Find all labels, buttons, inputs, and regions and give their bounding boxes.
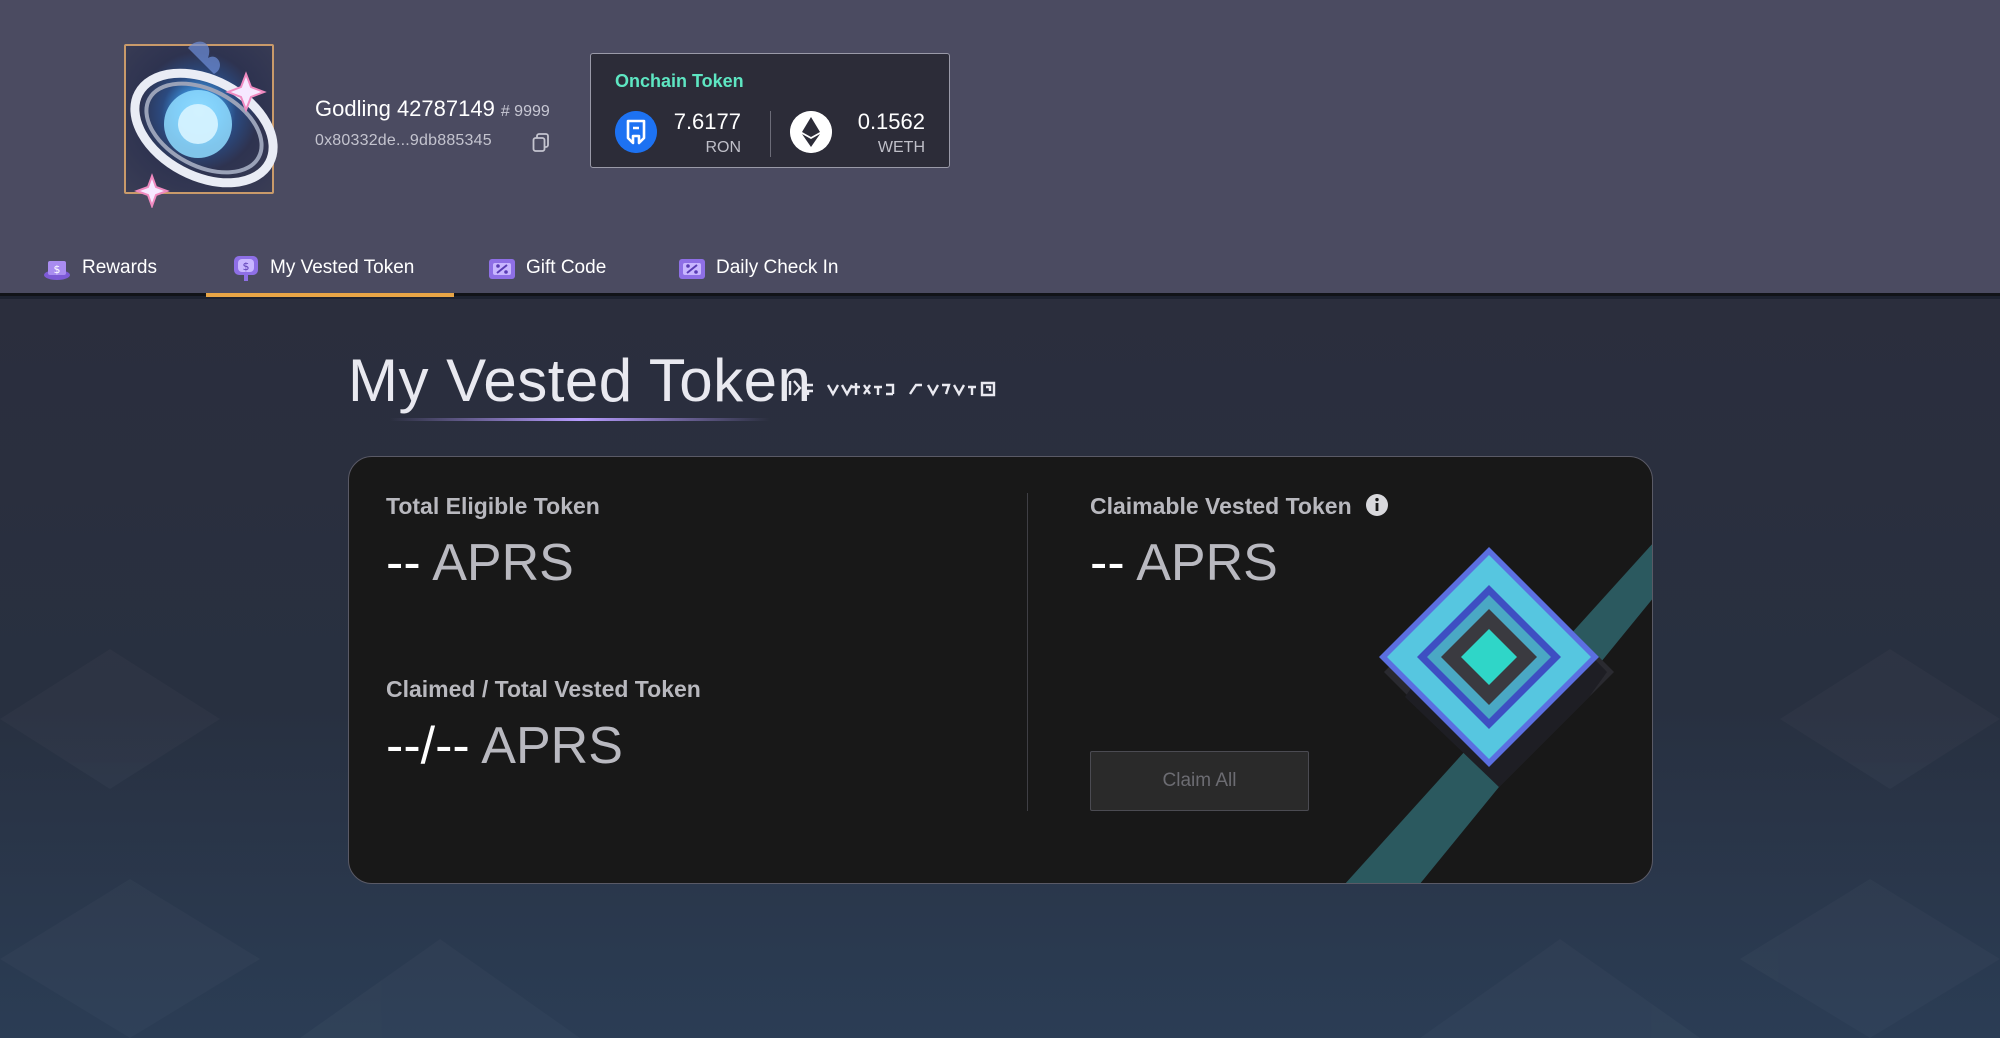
weth-unit: WETH (877, 139, 925, 156)
onchain-token-title: Onchain Token (615, 71, 744, 91)
tab-my-vested-token[interactable]: $ My Vested Token (205, 240, 455, 297)
claimable-label: Claimable Vested Token (1090, 493, 1352, 519)
total-eligible-label: Total Eligible Token (386, 493, 600, 519)
title-underline (390, 418, 770, 421)
gift-code-icon (489, 259, 515, 279)
weth-balance: 0.1562 (857, 109, 925, 134)
copy-icon[interactable] (532, 133, 550, 153)
info-icon[interactable] (1365, 493, 1389, 517)
tab-gift-code-label: Gift Code (526, 257, 607, 278)
profile-name: Godling 42787149 # 9999 (315, 96, 550, 122)
claimed-total-unit: APRS (469, 717, 623, 775)
wallet-address: 0x80332de...9db885345 (315, 132, 492, 149)
vested-token-icon: $ (234, 256, 258, 281)
tab-rewards[interactable]: $ Rewards (42, 240, 157, 296)
ronin-icon (615, 111, 657, 153)
onchain-token-panel: Onchain Token 7.6177 RON 0.1562 WETH (590, 53, 950, 168)
claimed-total-label: Claimed / Total Vested Token (386, 676, 701, 702)
vested-token-card: Total Eligible Token -- APRS Claimed / T… (348, 456, 1653, 884)
tab-daily-check-in-label: Daily Check In (716, 257, 839, 278)
claimable-unit: APRS (1124, 534, 1278, 592)
tab-daily-check-in[interactable]: Daily Check In (676, 240, 839, 296)
claimed-total-amount: --/-- (386, 717, 470, 775)
total-eligible-amount: -- (386, 534, 421, 592)
profile-header: Godling 42787149 # 9999 0x80332de...9db88… (0, 0, 2000, 297)
svg-text:$: $ (54, 263, 61, 276)
claimed-total-value: --/-- APRS (386, 716, 623, 776)
decorative-glyph-text-icon (788, 380, 996, 397)
profile-name-text: Godling 42787149 (315, 96, 495, 121)
card-divider (1027, 493, 1028, 811)
claim-all-button[interactable]: Claim All (1090, 751, 1309, 811)
total-eligible-unit: APRS (420, 534, 574, 592)
claimable-amount: -- (1090, 534, 1125, 592)
ron-balance: 7.6177 (673, 109, 741, 134)
page-title: My Vested Token (348, 347, 812, 414)
ron-unit: RON (705, 139, 741, 156)
claimable-value: -- APRS (1090, 533, 1278, 593)
svg-text:$: $ (243, 260, 250, 273)
tab-rewards-label: Rewards (82, 257, 157, 278)
avatar (124, 41, 278, 208)
profile-id-tag: # 9999 (500, 103, 550, 120)
avatar-artwork-icon (130, 41, 278, 208)
tab-my-vested-token-label: My Vested Token (270, 257, 415, 278)
rewards-icon: $ (44, 261, 70, 280)
tab-gift-code[interactable]: Gift Code (486, 240, 606, 296)
gem-icon (1379, 547, 1614, 787)
total-eligible-value: -- APRS (386, 533, 574, 593)
daily-check-in-icon (679, 259, 705, 279)
ethereum-icon (790, 111, 832, 153)
token-divider (770, 111, 771, 157)
